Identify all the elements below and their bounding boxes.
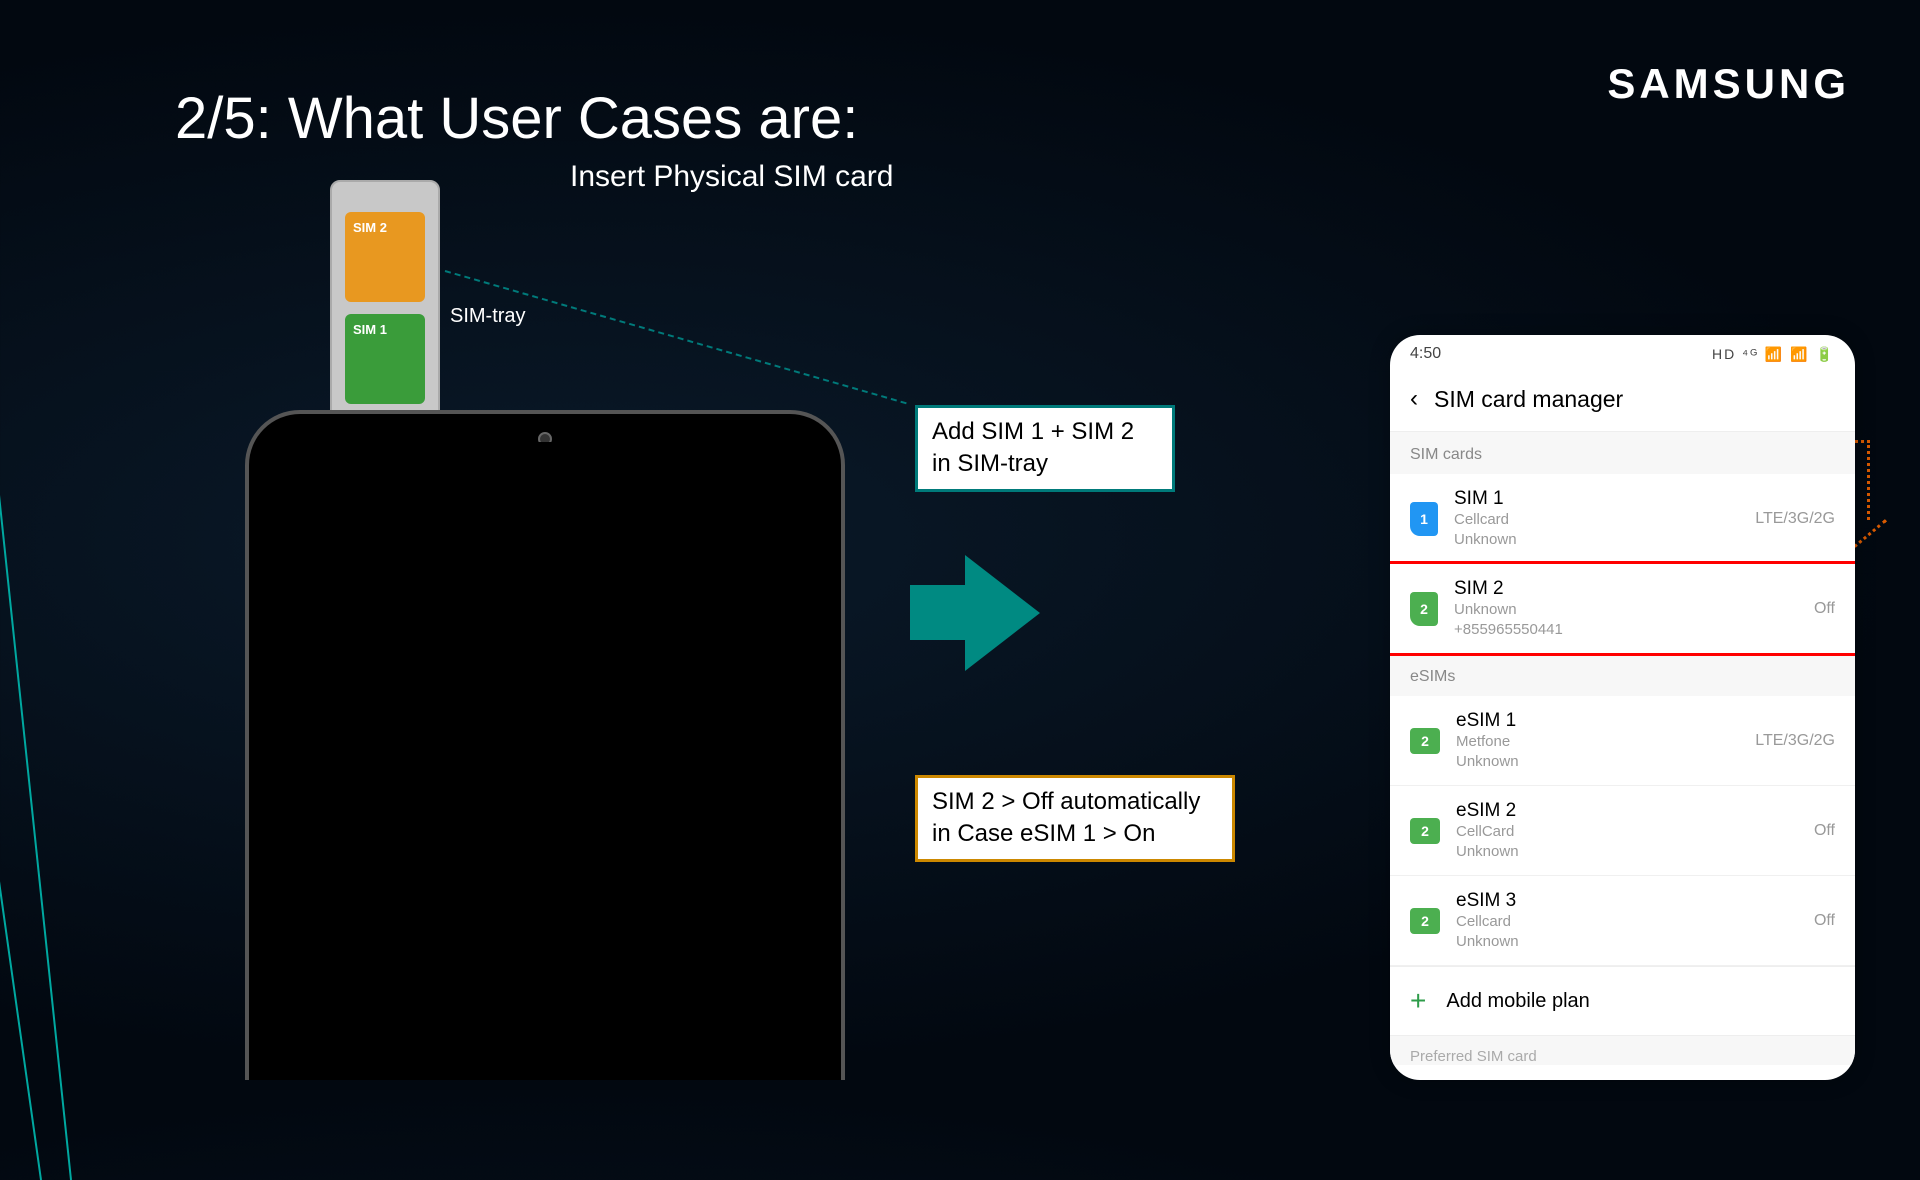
screen-header[interactable]: ‹ SIM card manager [1390, 373, 1855, 431]
section-preferred: Preferred SIM card [1390, 1035, 1855, 1065]
sim-phone: Unknown [1456, 842, 1798, 862]
sim-status: Off [1814, 822, 1835, 840]
esim-row[interactable]: 2 eSIM 3 Cellcard Unknown Off [1390, 876, 1855, 966]
esim-icon: 2 [1410, 728, 1440, 754]
status-bar: 4:50 HD ⁴ᴳ 📶 📶 🔋 [1390, 335, 1855, 373]
phone-screen-black [277, 442, 813, 1080]
status-time: 4:50 [1410, 345, 1441, 363]
slide-title: 2/5: What User Cases are: [175, 85, 858, 152]
sim-row[interactable]: 1 SIM 1 Cellcard Unknown LTE/3G/2G [1390, 474, 1855, 564]
sim2-card: SIM 2 [345, 212, 425, 302]
sim-phone: +855965550441 [1454, 620, 1798, 640]
add-plan-label: Add mobile plan [1446, 990, 1589, 1013]
esim-row[interactable]: 2 eSIM 1 Metfone Unknown LTE/3G/2G [1390, 696, 1855, 786]
sim1-card: SIM 1 [345, 314, 425, 404]
callout-add-sim: Add SIM 1 + SIM 2 in SIM-tray [915, 405, 1175, 492]
sim-phone: Unknown [1456, 932, 1798, 952]
section-esims: eSIMs [1390, 653, 1855, 696]
sim-carrier: CellCard [1456, 822, 1798, 842]
sim-carrier: Cellcard [1454, 510, 1739, 530]
sim-name: SIM 2 [1454, 578, 1798, 600]
sim-carrier: Cellcard [1456, 912, 1798, 932]
screen-title: SIM card manager [1434, 386, 1623, 413]
sim-name: eSIM 3 [1456, 890, 1798, 912]
sim-status: Off [1814, 912, 1835, 930]
status-icons: HD ⁴ᴳ 📶 📶 🔋 [1712, 346, 1835, 363]
plus-icon: + [1410, 985, 1426, 1017]
sim-status: LTE/3G/2G [1755, 510, 1835, 528]
sim-tray-caption: SIM-tray [450, 305, 526, 328]
sim-phone: Unknown [1454, 530, 1739, 550]
sim-status: Off [1814, 600, 1835, 618]
sim-carrier: Unknown [1454, 600, 1798, 620]
sim-icon: 1 [1410, 502, 1438, 536]
sim-phone: Unknown [1456, 752, 1739, 772]
dashed-connector [445, 270, 907, 404]
sim-tray-illustration: SIM 2 SIM 1 [330, 180, 440, 425]
sim-name: SIM 1 [1454, 488, 1739, 510]
slide-subtitle: Insert Physical SIM card [570, 160, 893, 194]
esim-row[interactable]: 2 eSIM 2 CellCard Unknown Off [1390, 786, 1855, 876]
sim-row-highlighted[interactable]: 2 SIM 2 Unknown +855965550441 Off [1390, 561, 1855, 656]
sim-name: eSIM 1 [1456, 710, 1739, 732]
esim-icon: 2 [1410, 818, 1440, 844]
sim-carrier: Metfone [1456, 732, 1739, 752]
phone-outline [245, 410, 845, 1080]
callout-sim2-off: SIM 2 > Off automatically in Case eSIM 1… [915, 775, 1235, 862]
esim-icon: 2 [1410, 908, 1440, 934]
sim-icon: 2 [1410, 592, 1438, 626]
add-mobile-plan-button[interactable]: + Add mobile plan [1390, 966, 1855, 1035]
section-sim-cards: SIM cards [1390, 431, 1855, 474]
samsung-logo: SAMSUNG [1607, 60, 1850, 108]
sim-status: LTE/3G/2G [1755, 732, 1835, 750]
back-icon[interactable]: ‹ [1410, 385, 1418, 413]
decorative-lines [0, 380, 200, 1080]
sim-name: eSIM 2 [1456, 800, 1798, 822]
sim-manager-screenshot: 4:50 HD ⁴ᴳ 📶 📶 🔋 ‹ SIM card manager SIM … [1390, 335, 1855, 1080]
